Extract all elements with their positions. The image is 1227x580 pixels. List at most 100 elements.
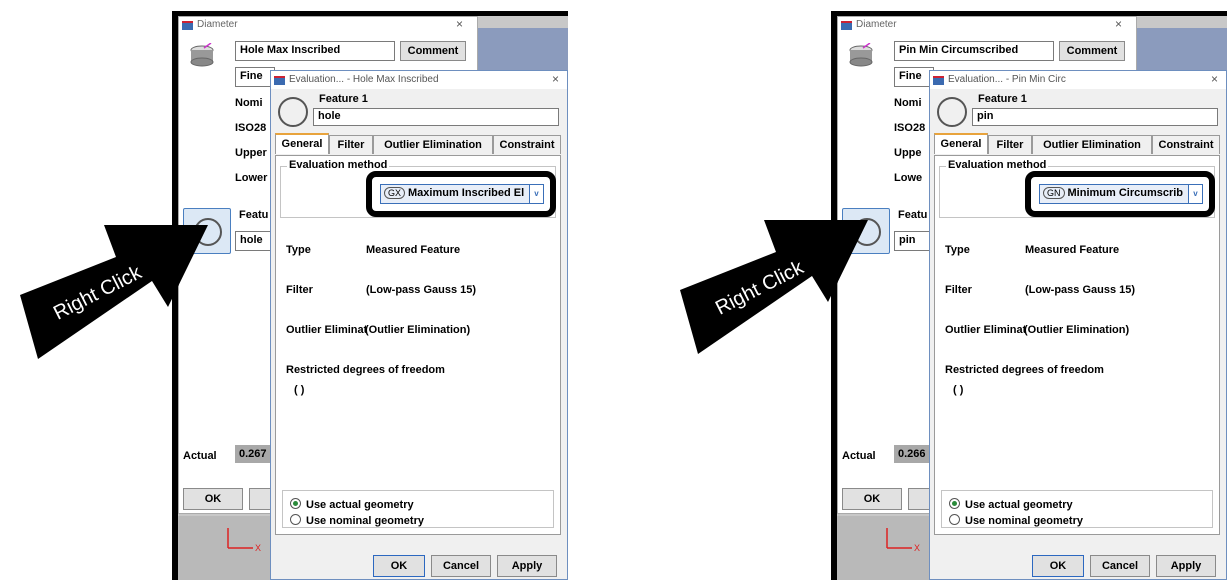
dialog-titlebar: Diameter ×	[838, 17, 1136, 33]
screenshot-panel-right: X Diameter × Pin Min Circumscribed Comme…	[831, 11, 1227, 580]
circle-feature-icon	[937, 97, 967, 127]
feature-field[interactable]: hole	[235, 231, 275, 251]
eval-titlebar: Evaluation... - Pin Min Circ ×	[930, 71, 1226, 89]
type-label: Type	[945, 244, 970, 256]
comment-button[interactable]: Comment	[1059, 41, 1125, 61]
dialog-title: Diameter	[197, 19, 238, 30]
restricted-label: Restricted degrees of freedom	[945, 364, 1104, 376]
tab-outlier-elimination[interactable]: Outlier Elimination	[373, 135, 493, 154]
name-field[interactable]: Pin Min Circumscribed	[894, 41, 1054, 61]
outlier-label: Outlier Eliminat	[945, 324, 1025, 336]
tab-general[interactable]: General	[275, 133, 329, 154]
radio-unselected-icon	[290, 514, 301, 525]
radio-use-nominal-label: Use nominal geometry	[965, 515, 1083, 527]
nominal-label: Nomi	[894, 97, 922, 109]
outlier-value: (Outlier Elimination)	[365, 324, 471, 336]
filter-value: (Low-pass Gauss 15)	[1025, 284, 1136, 296]
close-icon[interactable]: ×	[1211, 72, 1218, 86]
evaluation-dialog: Evaluation... - Pin Min Circ × Feature 1…	[929, 70, 1227, 580]
radio-use-nominal-label: Use nominal geometry	[306, 515, 424, 527]
app-icon	[841, 21, 852, 30]
evaluation-method-label: Evaluation method	[287, 159, 390, 171]
tab-constraint[interactable]: Constraint	[1152, 135, 1220, 154]
feature-name-field[interactable]: pin	[972, 108, 1218, 126]
general-tab-pane: Evaluation method GX Maximum Inscribed El…	[275, 155, 561, 535]
radio-selected-icon	[290, 498, 301, 509]
feature-heading: Feature 1	[978, 93, 1027, 105]
feature-name-field[interactable]: hole	[313, 108, 559, 126]
name-field[interactable]: Hole Max Inscribed	[235, 41, 395, 61]
type-value: Measured Feature	[366, 244, 461, 256]
highlight-box	[366, 171, 556, 217]
close-icon[interactable]: ×	[456, 17, 463, 31]
eval-titlebar: Evaluation... - Hole Max Inscribed ×	[271, 71, 567, 89]
evaluation-dialog: Evaluation... - Hole Max Inscribed × Fea…	[270, 70, 568, 580]
iso-label: ISO28	[894, 122, 926, 134]
radio-use-nominal[interactable]: Use nominal geometry	[290, 514, 424, 527]
eval-apply-button[interactable]: Apply	[497, 555, 557, 577]
eval-ok-button[interactable]: OK	[373, 555, 425, 577]
type-value: Measured Feature	[1025, 244, 1120, 256]
cylinder-icon	[849, 43, 873, 67]
highlight-box	[1025, 171, 1215, 217]
filter-value: (Low-pass Gauss 15)	[366, 284, 477, 296]
restricted-value: ( )	[294, 384, 305, 396]
circle-feature-icon	[278, 97, 308, 127]
eval-title: Evaluation... - Hole Max Inscribed	[289, 74, 439, 85]
feature-field[interactable]: pin	[894, 231, 934, 251]
outlier-value: (Outlier Elimination)	[1024, 324, 1130, 336]
restricted-label: Restricted degrees of freedom	[286, 364, 445, 376]
axis-x-label: X	[255, 543, 261, 553]
feature-label: Featu	[898, 209, 928, 221]
axes-icon: X	[886, 528, 920, 553]
restricted-value: ( )	[953, 384, 964, 396]
filter-label: Filter	[945, 284, 972, 296]
tab-filter[interactable]: Filter	[988, 135, 1032, 154]
comment-button[interactable]: Comment	[400, 41, 466, 61]
tab-filter[interactable]: Filter	[329, 135, 373, 154]
eval-title: Evaluation... - Pin Min Circ	[948, 74, 1066, 85]
tab-constraint[interactable]: Constraint	[493, 135, 561, 154]
eval-apply-button[interactable]: Apply	[1156, 555, 1216, 577]
app-icon	[274, 76, 285, 85]
screenshot-panel-left: X Diameter × Hole Max Inscribed Comment …	[172, 11, 568, 580]
close-icon[interactable]: ×	[1115, 17, 1122, 31]
axes-icon: X	[227, 528, 261, 553]
radio-use-actual[interactable]: Use actual geometry	[290, 498, 414, 511]
radio-use-actual[interactable]: Use actual geometry	[949, 498, 1073, 511]
radio-use-actual-label: Use actual geometry	[965, 499, 1073, 511]
app-icon	[933, 76, 944, 85]
type-label: Type	[286, 244, 311, 256]
fine-field[interactable]: Fine	[235, 67, 275, 87]
eval-cancel-button[interactable]: Cancel	[431, 555, 491, 577]
actual-label: Actual	[183, 450, 217, 462]
radio-use-actual-label: Use actual geometry	[306, 499, 414, 511]
dialog-titlebar: Diameter ×	[179, 17, 477, 33]
eval-cancel-button[interactable]: Cancel	[1090, 555, 1150, 577]
ok-button[interactable]: OK	[842, 488, 902, 510]
lower-label: Lowe	[894, 172, 923, 184]
viewport-blue	[478, 28, 568, 72]
general-tab-pane: Evaluation method GN Minimum Circumscrib …	[934, 155, 1220, 535]
close-icon[interactable]: ×	[552, 72, 559, 86]
outlier-label: Outlier Eliminat	[286, 324, 366, 336]
eval-ok-button[interactable]: OK	[1032, 555, 1084, 577]
feature-heading: Feature 1	[319, 93, 368, 105]
filter-label: Filter	[286, 284, 313, 296]
fine-field[interactable]: Fine	[894, 67, 934, 87]
ok-button[interactable]: OK	[183, 488, 243, 510]
lower-label: Lower	[235, 172, 268, 184]
viewport-blue	[1137, 28, 1227, 72]
cylinder-icon	[190, 43, 214, 67]
axis-x-label: X	[914, 543, 920, 553]
actual-label: Actual	[842, 450, 876, 462]
screenshot-area: X Diameter × Hole Max Inscribed Comment …	[178, 16, 568, 580]
radio-use-nominal[interactable]: Use nominal geometry	[949, 514, 1083, 527]
tab-outlier-elimination[interactable]: Outlier Elimination	[1032, 135, 1152, 154]
dialog-title: Diameter	[856, 19, 897, 30]
screenshot-area: X Diameter × Pin Min Circumscribed Comme…	[837, 16, 1227, 580]
upper-label: Upper	[235, 147, 267, 159]
upper-label: Uppe	[894, 147, 922, 159]
tab-general[interactable]: General	[934, 133, 988, 154]
iso-label: ISO28	[235, 122, 267, 134]
